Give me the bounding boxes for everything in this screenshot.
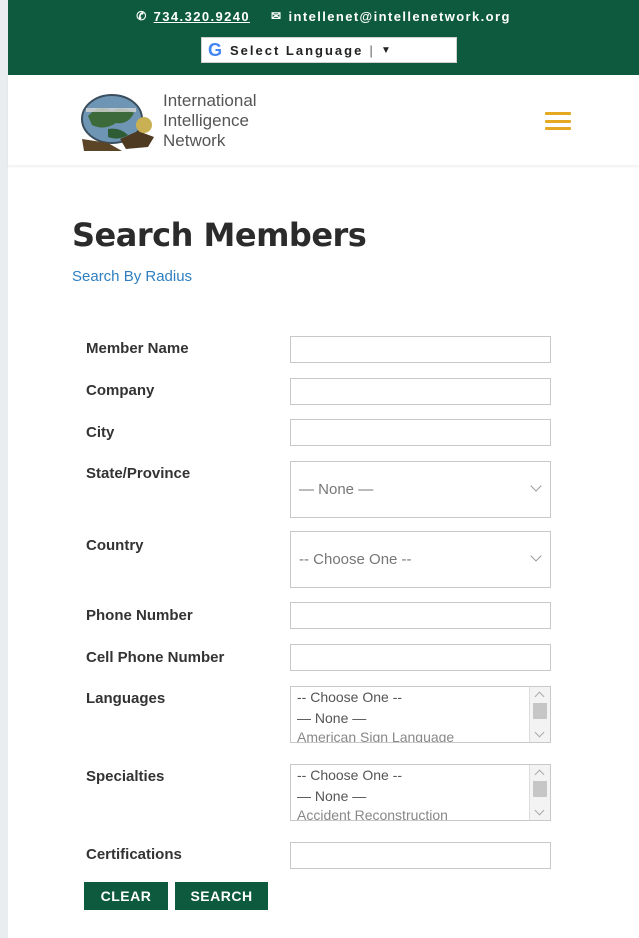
specialties-multiselect[interactable]: -- Choose One -- — None — Accident Recon… <box>290 764 551 821</box>
search-button[interactable]: SEARCH <box>175 882 268 910</box>
brand-line-3: Network <box>163 131 226 150</box>
site-header: International Intelligence Network <box>8 75 639 165</box>
certifications-label: Certifications <box>86 846 182 863</box>
scroll-up-icon[interactable] <box>534 769 545 780</box>
country-select-value: -- Choose One -- <box>299 551 412 568</box>
country-label: Country <box>86 537 144 554</box>
scrollbar[interactable] <box>529 765 550 820</box>
scroll-down-icon[interactable] <box>534 727 545 738</box>
city-input[interactable] <box>290 419 551 446</box>
clear-button[interactable]: CLEAR <box>84 882 168 910</box>
email-link[interactable]: ✉ intellenet@intellenetwork.org <box>271 9 511 24</box>
list-item[interactable]: -- Choose One -- <box>291 687 550 708</box>
chevron-down-icon <box>530 480 542 492</box>
top-bar: ✆ 734.320.9240 ✉ intellenet@intellenetwo… <box>8 0 639 75</box>
languages-label: Languages <box>86 690 166 707</box>
cell-phone-input[interactable] <box>290 644 551 671</box>
menu-bar <box>545 119 571 123</box>
brand-line-2: Intelligence <box>163 111 250 130</box>
member-name-label: Member Name <box>86 340 189 357</box>
scrollbar[interactable] <box>529 687 550 742</box>
company-label: Company <box>86 382 155 399</box>
language-select[interactable]: G Select Language | ▼ <box>201 37 457 63</box>
search-by-radius-link[interactable]: Search By Radius <box>72 268 192 285</box>
scroll-down-icon[interactable] <box>534 805 545 816</box>
company-input[interactable] <box>290 378 551 405</box>
language-select-label: Select Language <box>230 42 364 58</box>
caret-down-icon: ▼ <box>380 44 391 56</box>
list-item[interactable]: — None — <box>291 708 550 729</box>
envelope-icon: ✉ <box>271 9 283 23</box>
list-item[interactable]: American Sign Language <box>291 727 550 742</box>
contact-row: ✆ 734.320.9240 ✉ intellenet@intellenetwo… <box>8 8 639 24</box>
certifications-input[interactable] <box>290 842 551 869</box>
cell-phone-label: Cell Phone Number <box>86 649 225 666</box>
menu-bar <box>545 112 571 115</box>
list-item[interactable]: -- Choose One -- <box>291 765 550 786</box>
state-select[interactable]: — None — <box>290 461 551 518</box>
list-item[interactable]: — None — <box>291 786 550 807</box>
list-item[interactable]: Accident Reconstruction <box>291 805 550 820</box>
phone-number-input[interactable] <box>290 602 551 629</box>
brand-line-1: International <box>163 91 257 110</box>
country-select[interactable]: -- Choose One -- <box>290 531 551 588</box>
scroll-up-icon[interactable] <box>534 691 545 702</box>
specialties-label: Specialties <box>86 768 165 785</box>
separator: | <box>369 42 375 58</box>
hamburger-menu-icon[interactable] <box>545 112 571 130</box>
chevron-down-icon <box>530 550 542 562</box>
left-edge <box>0 0 8 938</box>
phone-icon: ✆ <box>136 9 148 23</box>
scroll-thumb[interactable] <box>533 703 547 719</box>
state-select-value: — None — <box>299 481 374 498</box>
member-name-input[interactable] <box>290 336 551 363</box>
logo-globe-icon[interactable] <box>78 91 160 153</box>
city-label: City <box>86 424 115 441</box>
phone-number-label: Phone Number <box>86 607 193 624</box>
menu-bar <box>545 127 571 130</box>
email-text: intellenet@intellenetwork.org <box>288 8 511 24</box>
phone-link[interactable]: ✆ 734.320.9240 <box>136 9 250 24</box>
phone-text: 734.320.9240 <box>153 8 250 24</box>
google-g-icon: G <box>208 39 223 60</box>
scroll-thumb[interactable] <box>533 781 547 797</box>
languages-multiselect[interactable]: -- Choose One -- — None — American Sign … <box>290 686 551 743</box>
state-label: State/Province <box>86 465 191 482</box>
page-title: Search Members <box>72 216 367 254</box>
brand-name[interactable]: International Intelligence Network <box>163 91 257 151</box>
